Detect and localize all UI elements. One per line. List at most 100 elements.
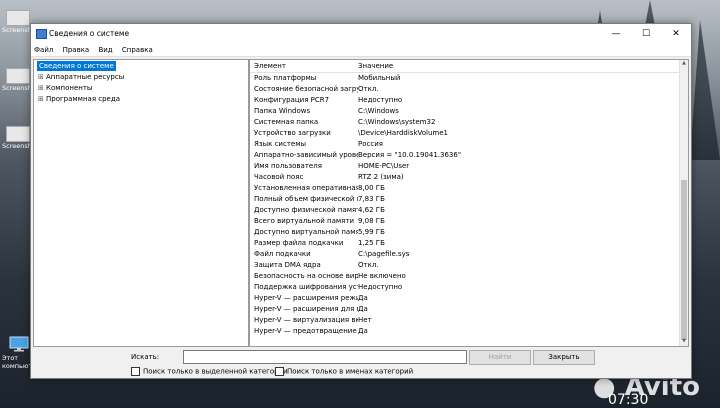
row-element-name: Часовой пояс [254, 173, 304, 181]
expand-icon[interactable]: ⊞ [38, 72, 46, 82]
row-value: Нет [358, 316, 372, 324]
list-row[interactable]: Поддержка шифрования устройстваНедоступн… [250, 283, 680, 294]
list-row[interactable]: Аппаратно-зависимый уровень Версия = "10.… [250, 151, 680, 162]
list-row[interactable]: Устройство загрузки \Device\HarddiskVolum… [250, 129, 680, 140]
list-row[interactable]: Папка Windows C:\Windows [250, 107, 680, 118]
row-element-name: Hyper-V — расширения для преобразования … [254, 305, 358, 313]
list-row[interactable]: Доступно виртуальной памяти 5,99 ГБ [250, 228, 680, 239]
row-element-name: Доступно виртуальной памяти [254, 228, 358, 236]
list-row[interactable]: Имя пользователя HOME-PC\User [250, 162, 680, 173]
checkbox-box[interactable] [131, 367, 140, 376]
expand-icon[interactable]: ⊞ [38, 94, 46, 104]
row-element-name: Доступно физической памяти [254, 206, 358, 214]
system-info-app-icon [36, 29, 47, 39]
row-value: Недоступно [358, 96, 403, 104]
maximize-button[interactable]: ☐ [631, 24, 661, 44]
row-element-name: Размер файла подкачки [254, 239, 344, 247]
find-input[interactable] [183, 350, 467, 364]
row-value: Да [358, 294, 368, 302]
column-header-element[interactable]: Элемент [254, 62, 286, 70]
menu-help[interactable]: Справка [122, 44, 153, 56]
close-find-button[interactable]: Закрыть [533, 350, 595, 365]
list-row[interactable]: Конфигурация PCR7 Недоступно [250, 96, 680, 107]
row-element-name: Папка Windows [254, 107, 311, 115]
list-row[interactable]: Hyper-V — расширения режима мониторинга … [250, 294, 680, 305]
search-selected-category-checkbox[interactable]: Поиск только в выделенной категории [131, 367, 288, 376]
list-row[interactable]: Роль платформы Мобильный [250, 74, 680, 85]
tree-item-label: Аппаратные ресурсы [46, 73, 125, 81]
search-category-names-checkbox[interactable]: Поиск только в именах категорий [275, 367, 413, 376]
list-row[interactable]: Безопасность на основе виртуализацииНе в… [250, 272, 680, 283]
list-row[interactable]: Язык системы Россия [250, 140, 680, 151]
list-row[interactable]: Файл подкачки C:\pagefile.sys [250, 250, 680, 261]
computer-icon [9, 336, 29, 352]
row-value: \Device\HarddiskVolume1 [358, 129, 448, 137]
row-value: 1,25 ГБ [358, 239, 385, 247]
list-row[interactable]: Hyper-V — виртуализация включенаНет [250, 316, 680, 327]
tree-item-system-summary[interactable]: Сведения о системе [37, 61, 116, 71]
window-titlebar[interactable]: Сведения о системе — ☐ ✕ [31, 24, 691, 44]
list-row[interactable]: Часовой пояс RTZ 2 (зима) [250, 173, 680, 184]
list-row[interactable]: Доступно физической памяти 4,62 ГБ [250, 206, 680, 217]
row-element-name: Язык системы [254, 140, 307, 148]
list-row[interactable]: Полный объем физической памяти7,83 ГБ [250, 195, 680, 206]
list-row[interactable]: Размер файла подкачки 1,25 ГБ [250, 239, 680, 250]
row-element-name: Всего виртуальной памяти [254, 217, 354, 225]
list-row[interactable]: Hyper-V — расширения для преобразования … [250, 305, 680, 316]
tree-item-software-environment[interactable]: ⊞ Программная среда [38, 94, 120, 104]
row-value: RTZ 2 (зима) [358, 173, 404, 181]
system-info-window: Сведения о системе — ☐ ✕ Файл Правка Вид… [30, 23, 692, 379]
checkbox-box[interactable] [275, 367, 284, 376]
row-value: Не включено [358, 272, 406, 280]
row-value: C:\Windows\system32 [358, 118, 436, 126]
close-window-button[interactable]: ✕ [661, 24, 691, 44]
screenshot-file-icon [6, 68, 30, 84]
menu-file[interactable]: Файл [34, 44, 53, 56]
checkbox-label: Поиск только в выделенной категории [143, 367, 288, 376]
vertical-scrollbar[interactable]: ▲ ▼ [679, 60, 688, 346]
row-element-name: Hyper-V — предотвращение выполнения данн… [254, 327, 358, 335]
column-header-value[interactable]: Значение [358, 62, 393, 70]
category-tree: Сведения о системе ⊞ Аппаратные ресурсы ⊞… [33, 59, 249, 347]
menu-view[interactable]: Вид [98, 44, 112, 56]
list-row[interactable]: Hyper-V — предотвращение выполнения данн… [250, 327, 680, 338]
list-row[interactable]: Всего виртуальной памяти 9,08 ГБ [250, 217, 680, 228]
list-row[interactable]: Защита DMA ядра Откл. [250, 261, 680, 272]
menu-edit[interactable]: Правка [63, 44, 90, 56]
row-element-name: Поддержка шифрования устройства [254, 283, 358, 291]
find-label: Искать: [131, 353, 160, 361]
find-button[interactable]: Найти [469, 350, 531, 365]
row-element-name: Файл подкачки [254, 250, 311, 258]
row-value: 9,08 ГБ [358, 217, 385, 225]
tree-item-label: Компоненты [46, 84, 93, 92]
list-row[interactable]: Состояние безопасной загрузкиОткл. [250, 85, 680, 96]
details-list: Элемент Значение Роль платформы Мобильный… [249, 59, 689, 347]
row-element-name: Состояние безопасной загрузки [254, 85, 358, 93]
scroll-up-icon[interactable]: ▲ [680, 60, 688, 68]
row-element-name: Защита DMA ядра [254, 261, 321, 269]
row-element-name: Полный объем физической памяти [254, 195, 358, 203]
row-value: Откл. [358, 85, 379, 93]
minimize-button[interactable]: — [601, 24, 631, 44]
row-value: Россия [358, 140, 383, 148]
scrollbar-thumb[interactable] [681, 180, 687, 340]
screenshot-file-icon [6, 10, 30, 26]
list-row[interactable]: Установленная оперативная память8,00 ГБ [250, 184, 680, 195]
checkbox-label: Поиск только в именах категорий [287, 367, 414, 376]
tree-item-components[interactable]: ⊞ Компоненты [38, 83, 92, 93]
menu-bar: Файл Правка Вид Справка [31, 44, 691, 57]
row-value: HOME-PC\User [358, 162, 410, 170]
row-element-name: Аппаратно-зависимый уровень [254, 151, 358, 159]
row-element-name: Hyper-V — виртуализация включена [254, 316, 358, 324]
row-value: Мобильный [358, 74, 401, 82]
row-value: C:\pagefile.sys [358, 250, 410, 258]
tree-item-hardware-resources[interactable]: ⊞ Аппаратные ресурсы [38, 72, 124, 82]
row-value: Да [358, 305, 368, 313]
row-element-name: Hyper-V — расширения режима мониторинга … [254, 294, 358, 302]
expand-icon[interactable]: ⊞ [38, 83, 46, 93]
row-element-name: Системная папка [254, 118, 319, 126]
screenshot-file-icon [6, 126, 30, 142]
list-row[interactable]: Системная папка C:\Windows\system32 [250, 118, 680, 129]
row-value: 7,83 ГБ [358, 195, 385, 203]
row-value: C:\Windows [358, 107, 399, 115]
